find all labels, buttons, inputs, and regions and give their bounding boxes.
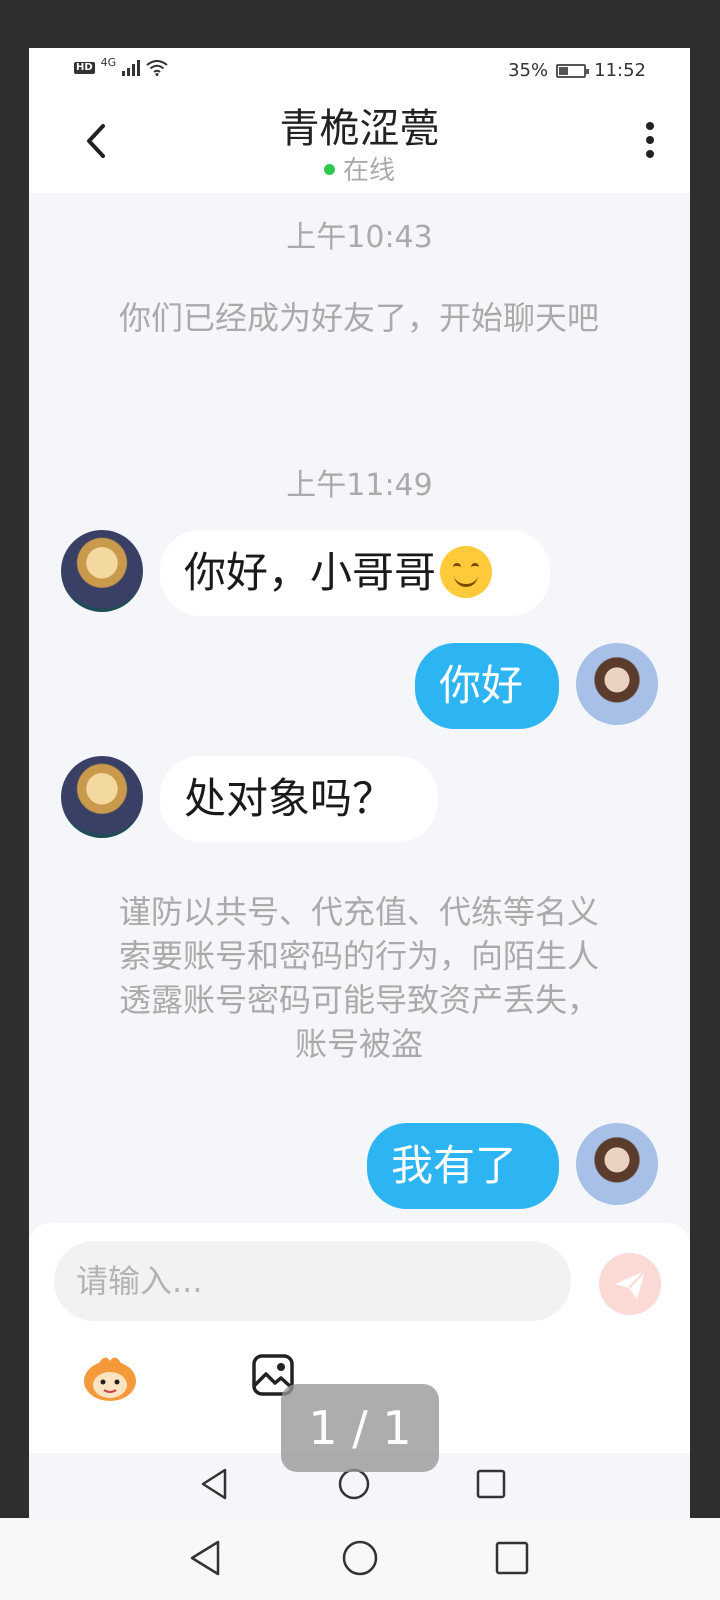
my-avatar[interactable] [576,1123,658,1205]
message-bubble-incoming[interactable]: 你好，小哥哥 [160,530,550,616]
send-icon[interactable] [599,1253,661,1315]
wifi-icon [146,60,168,76]
battery-icon [556,63,590,78]
presence-status: 在线 [29,150,690,187]
message-text: 我有了 [391,1141,518,1190]
message-text: 你好，小哥哥 [184,548,437,597]
back-triangle-icon[interactable] [199,1467,229,1501]
message-text: 你好 [439,661,524,710]
emoji-mascot-icon[interactable] [79,1351,141,1403]
back-triangle-icon[interactable] [188,1538,222,1578]
clock: 11:52 [594,60,646,81]
status-right: 35% 11:52 [508,60,646,81]
system-notice: 你们已经成为好友了，开始聊天吧 [118,299,599,337]
status-bar: HD 4G 35% 11:52 [29,48,690,92]
timestamp: 上午10:43 [286,220,433,255]
system-navigation-bar [0,1518,720,1600]
recents-square-icon[interactable] [475,1468,507,1500]
home-circle-icon[interactable] [340,1538,380,1578]
online-dot-icon [323,164,335,175]
contact-avatar[interactable] [61,530,143,612]
smiling-face-icon [440,545,493,598]
battery-percent: 35% [508,60,549,81]
hd-icon: HD [74,62,95,74]
my-avatar[interactable] [576,643,658,725]
image-pager-indicator: 1 / 1 [281,1384,439,1472]
security-warning: 谨防以共号、代充值、代练等名义索要账号和密码的行为，向陌生人透露账号密码可能导致… [118,893,599,1063]
message-bubble-outgoing[interactable]: 我有了 [367,1123,559,1209]
home-circle-icon[interactable] [337,1467,371,1501]
recents-square-icon[interactable] [494,1540,530,1576]
chat-screen: HD 4G 35% 11:52 青桅涩甍 在线 上午10:43 你们已经成为好友… [29,48,690,1518]
signal-icon [122,60,141,76]
more-vertical-icon[interactable] [640,122,660,166]
chat-title: 青桅涩甍 [279,106,440,152]
contact-avatar[interactable] [61,756,143,838]
top-bar: HD 4G 35% 11:52 青桅涩甍 在线 [29,48,690,193]
message-bubble-incoming[interactable]: 处对象吗？ [160,756,438,842]
message-input[interactable] [54,1241,571,1321]
network-type: 4G [100,55,117,69]
timestamp: 上午11:49 [286,468,433,503]
status-left: HD 4G [74,56,168,76]
message-text: 处对象吗？ [184,774,395,823]
message-bubble-outgoing[interactable]: 你好 [415,643,559,729]
presence-label: 在线 [342,156,395,186]
